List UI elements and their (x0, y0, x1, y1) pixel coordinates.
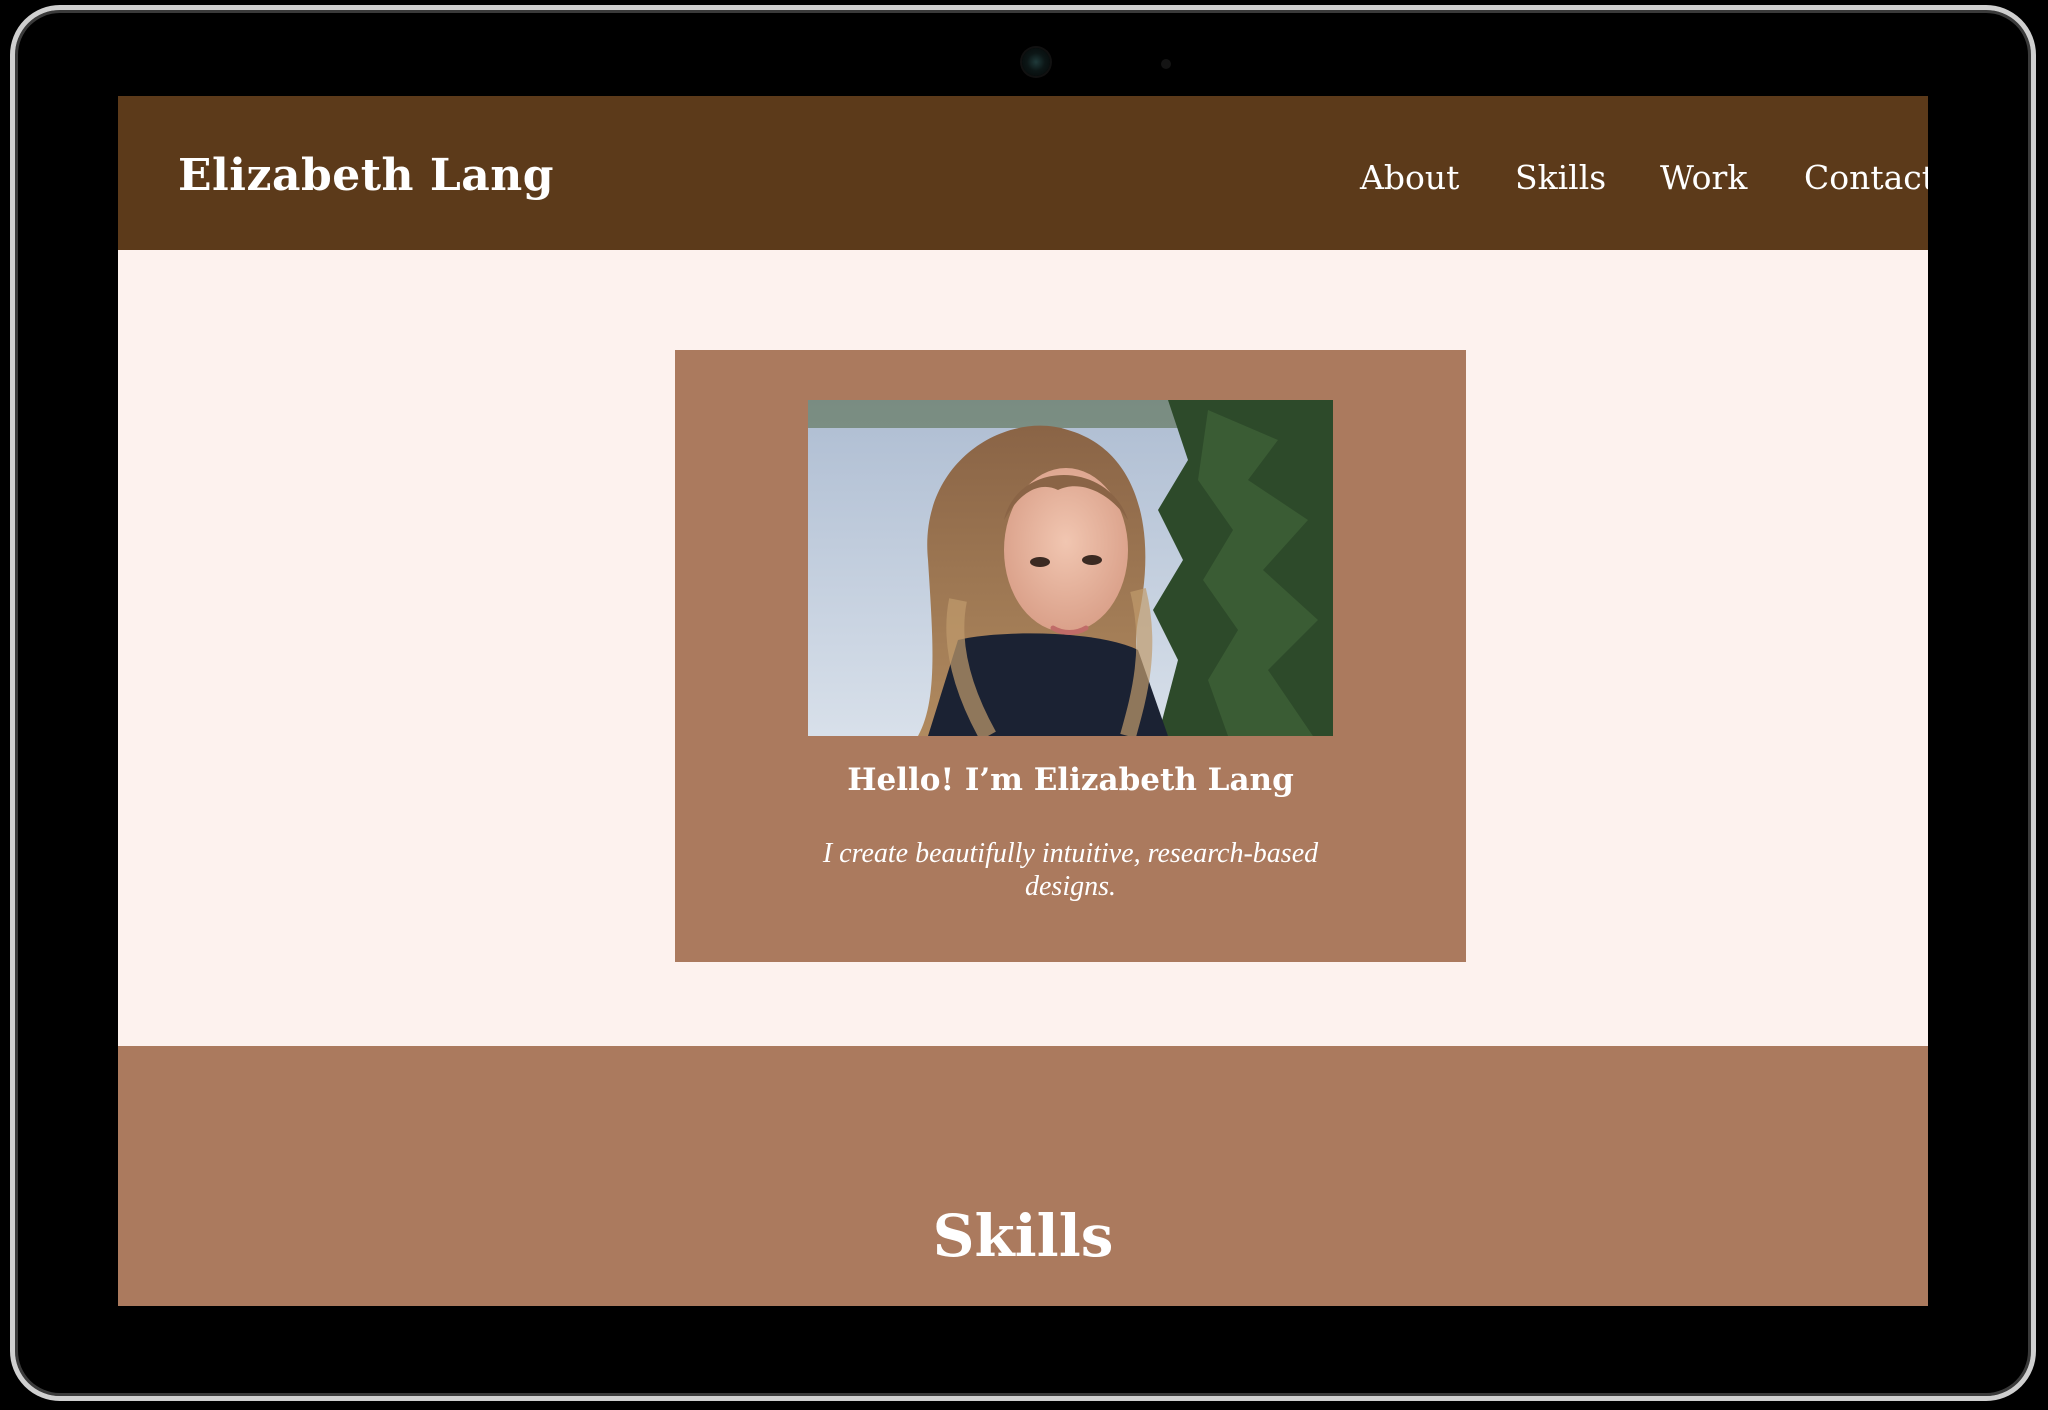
skills-section: Skills (118, 1046, 1928, 1306)
hero-section: Hello! I’m Elizabeth Lang I create beaut… (118, 250, 1928, 1046)
hero-card: Hello! I’m Elizabeth Lang I create beaut… (675, 350, 1466, 962)
profile-photo-illustration (808, 400, 1333, 736)
nav-link-contact[interactable]: Contact (1804, 158, 1928, 197)
nav-link-skills[interactable]: Skills (1515, 158, 1606, 197)
nav-link-about[interactable]: About (1360, 158, 1459, 197)
skills-heading: Skills (932, 1202, 1114, 1271)
camera-icon (1022, 48, 1050, 76)
site-header: Elizabeth Lang About Skills Work Contact (118, 96, 1928, 250)
nav-link-work[interactable]: Work (1660, 158, 1747, 197)
site-logo[interactable]: Elizabeth Lang (178, 150, 554, 201)
hero-title: Hello! I’m Elizabeth Lang (847, 762, 1294, 798)
sensor-icon (1161, 59, 1171, 69)
browser-viewport: Elizabeth Lang About Skills Work Contact (118, 96, 1928, 1306)
hero-tagline: I create beautifully intuitive, research… (822, 838, 1319, 902)
profile-photo (808, 400, 1333, 736)
